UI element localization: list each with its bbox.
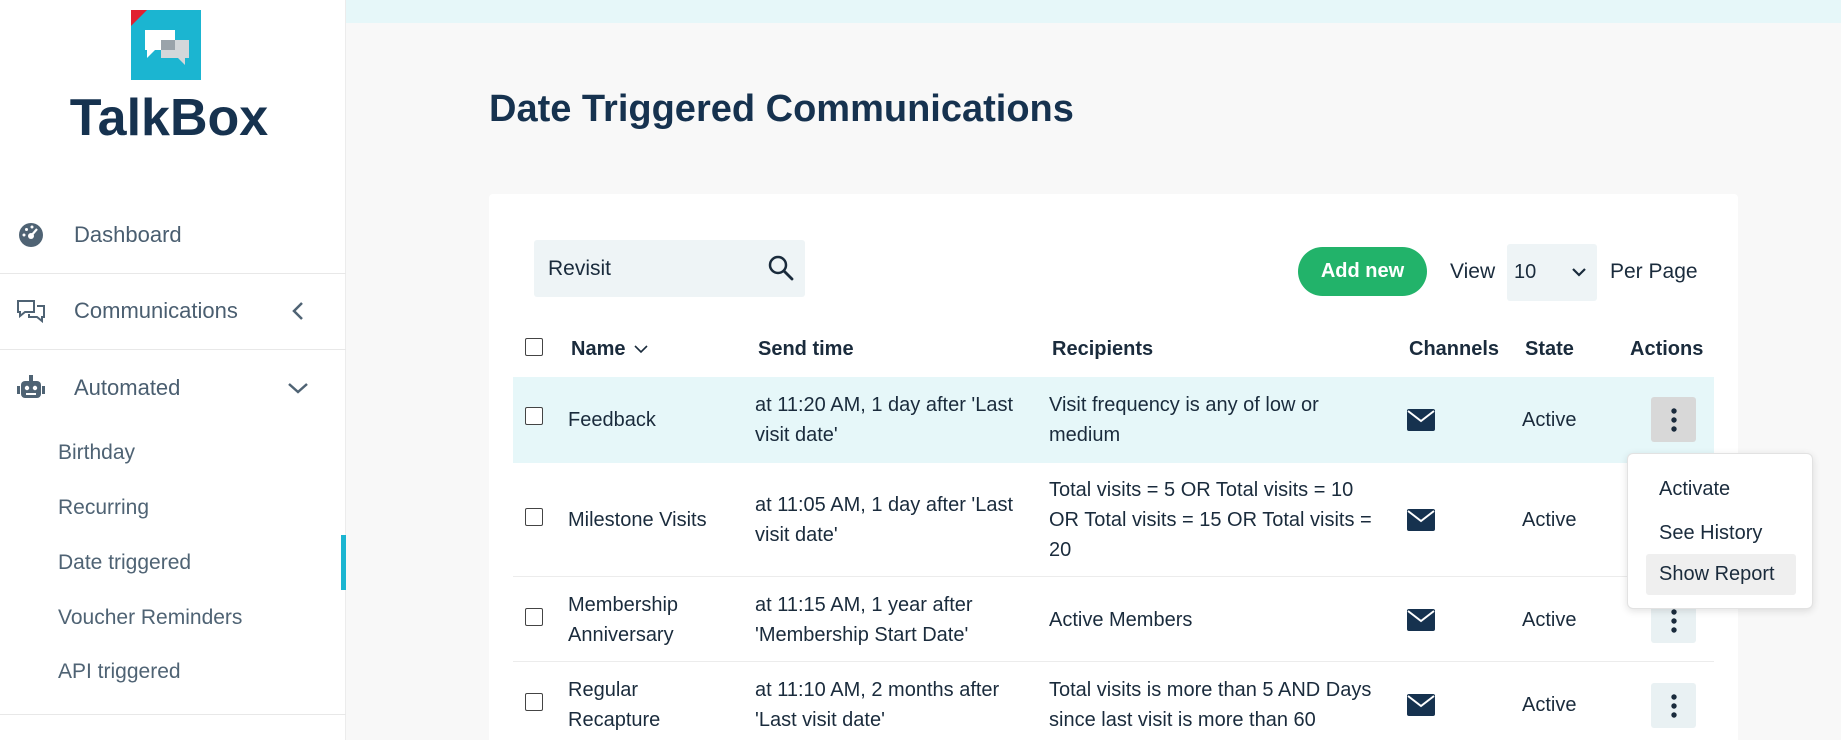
- row-state: Active: [1522, 409, 1577, 431]
- row-checkbox[interactable]: [525, 407, 543, 425]
- send-time-line: 'Last visit date': [755, 709, 885, 731]
- send-time-line: visit date': [755, 524, 838, 546]
- nav-dashboard[interactable]: Dashboard: [0, 197, 346, 273]
- top-banner: [346, 0, 1841, 23]
- search-input[interactable]: [548, 256, 748, 281]
- row-actions-button[interactable]: [1651, 683, 1696, 728]
- logo-mark-icon: [131, 10, 201, 80]
- sort-chevron-icon: [634, 345, 648, 354]
- select-all-checkbox[interactable]: [525, 338, 543, 356]
- email-icon: [1407, 409, 1435, 431]
- menu-item-see-history[interactable]: See History: [1646, 513, 1796, 554]
- per-page-label: Per Page: [1610, 260, 1698, 283]
- add-new-button[interactable]: Add new: [1298, 247, 1427, 296]
- page-title: Date Triggered Communications: [489, 88, 1074, 130]
- send-time-line: visit date': [755, 424, 838, 446]
- recipients-line: medium: [1049, 424, 1121, 446]
- sidebar-item-api-triggered[interactable]: API triggered: [58, 660, 181, 684]
- search-icon[interactable]: [767, 254, 795, 282]
- row-name: Membership Anniversary: [568, 590, 678, 650]
- column-header-channels: Channels: [1409, 338, 1500, 360]
- column-header-send-time: Send time: [758, 338, 854, 360]
- row-name: Feedback: [568, 409, 656, 431]
- row-name: Milestone Visits: [568, 509, 707, 531]
- recipients-line: since last visit is more than 60: [1049, 709, 1316, 731]
- name-line: Anniversary: [568, 624, 674, 646]
- nav-automated[interactable]: Automated: [0, 350, 346, 426]
- nav-communications[interactable]: Communications: [0, 273, 346, 349]
- row-send-time: at 11:20 AM, 1 day after 'Last visit dat…: [755, 390, 1013, 450]
- sidebar-item-date-triggered[interactable]: Date triggered: [58, 551, 191, 575]
- row-state: Active: [1522, 609, 1577, 631]
- active-indicator: [341, 535, 346, 590]
- more-vertical-icon: [1670, 608, 1677, 633]
- send-time-line: at 11:10 AM, 2 months after: [755, 679, 1000, 701]
- chat-icon: [14, 294, 48, 328]
- chevron-left-icon[interactable]: [284, 297, 312, 325]
- more-vertical-icon: [1670, 407, 1677, 432]
- row-checkbox[interactable]: [525, 608, 543, 626]
- column-header-name-label: Name: [571, 338, 626, 360]
- per-page-value: 10: [1514, 261, 1537, 283]
- recipients-line: OR Total visits = 15 OR Total visits =: [1049, 509, 1372, 531]
- send-time-line: at 11:05 AM, 1 day after 'Last: [755, 494, 1014, 516]
- send-time-line: at 11:20 AM, 1 day after 'Last: [755, 394, 1014, 416]
- send-time-line: 'Membership Start Date': [755, 624, 969, 646]
- menu-item-show-report[interactable]: Show Report: [1646, 554, 1796, 595]
- row-checkbox[interactable]: [525, 693, 543, 711]
- more-vertical-icon: [1670, 693, 1677, 718]
- email-icon: [1407, 694, 1435, 716]
- row-recipients: Total visits is more than 5 AND Days sin…: [1049, 675, 1371, 735]
- row-recipients: Active Members: [1049, 609, 1193, 631]
- chevron-down-icon: [1569, 262, 1589, 282]
- email-icon: [1407, 509, 1435, 531]
- robot-icon: [14, 371, 48, 405]
- menu-item-activate[interactable]: Activate: [1646, 469, 1796, 510]
- recipients-line: Visit frequency is any of low or: [1049, 394, 1319, 416]
- sidebar-item-voucher-reminders[interactable]: Voucher Reminders: [58, 606, 242, 630]
- chevron-down-icon[interactable]: [284, 374, 312, 402]
- row-send-time: at 11:15 AM, 1 year after 'Membership St…: [755, 590, 973, 650]
- recipients-line: Total visits is more than 5 AND Days: [1049, 679, 1372, 701]
- row-name: Regular Recapture: [568, 675, 660, 735]
- column-header-name[interactable]: Name: [571, 338, 649, 361]
- talkbox-logo[interactable]: TalkBox: [66, 8, 272, 147]
- row-state: Active: [1522, 509, 1577, 531]
- name-line: Recapture: [568, 709, 661, 731]
- row-recipients: Total visits = 5 OR Total visits = 10 OR…: [1049, 475, 1372, 565]
- row-actions-button[interactable]: [1651, 397, 1696, 442]
- row-send-time: at 11:10 AM, 2 months after 'Last visit …: [755, 675, 999, 735]
- name-line: Membership: [568, 594, 679, 616]
- dashboard-icon: [14, 218, 48, 252]
- column-header-state: State: [1525, 338, 1574, 360]
- logo-text: TalkBox: [69, 89, 269, 147]
- email-icon: [1407, 609, 1435, 631]
- search-field[interactable]: [534, 240, 805, 297]
- column-header-actions: Actions: [1630, 338, 1704, 360]
- sidebar: TalkBox Dashboard Communications Automat…: [0, 0, 346, 740]
- nav-automated-label: Automated: [74, 375, 181, 400]
- recipients-line: Total visits = 5 OR Total visits = 10: [1049, 479, 1354, 501]
- row-checkbox[interactable]: [525, 508, 543, 526]
- row-send-time: at 11:05 AM, 1 day after 'Last visit dat…: [755, 490, 1013, 550]
- row-state: Active: [1522, 694, 1577, 716]
- recipients-line: 20: [1049, 539, 1072, 561]
- column-header-recipients: Recipients: [1052, 338, 1154, 360]
- name-line: Regular: [568, 679, 639, 701]
- nav-dashboard-label: Dashboard: [74, 222, 182, 247]
- sidebar-item-birthday[interactable]: Birthday: [58, 441, 135, 465]
- sidebar-item-recurring[interactable]: Recurring: [58, 496, 149, 520]
- actions-dropdown-menu: Activate See History Show Report: [1627, 453, 1813, 609]
- row-recipients: Visit frequency is any of low or medium: [1049, 390, 1319, 450]
- per-page-select[interactable]: 10: [1507, 244, 1597, 301]
- send-time-line: at 11:15 AM, 1 year after: [755, 594, 973, 616]
- view-label: View: [1450, 260, 1496, 283]
- nav-communications-label: Communications: [74, 298, 238, 323]
